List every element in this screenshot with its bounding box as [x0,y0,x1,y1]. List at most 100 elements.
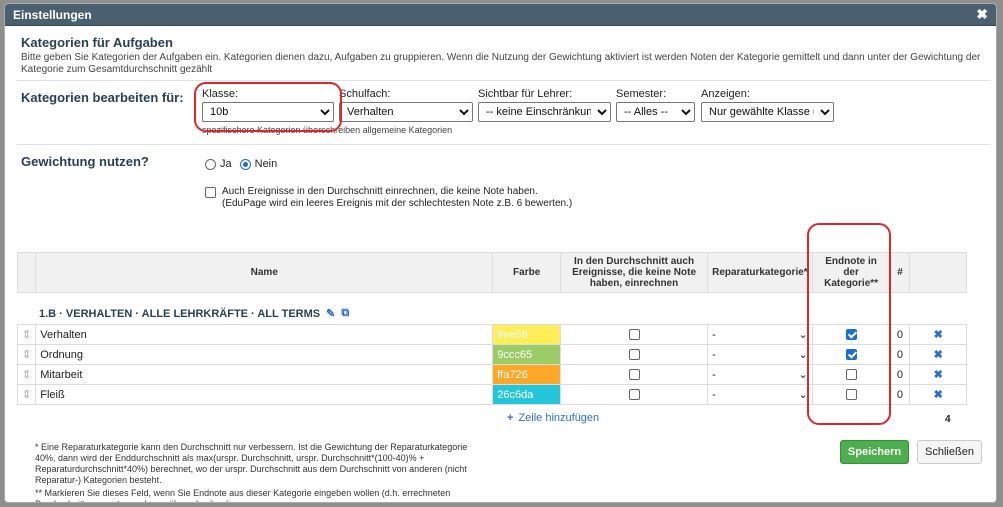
include-events-label: Auch Ereignisse in den Durchschnitt einr… [222,186,538,197]
dialog-content: Kategorien für Aufgaben Bitte geben Sie … [5,26,996,502]
category-name[interactable]: Verhalten [35,324,494,345]
plus-icon: + [507,412,514,424]
endnote-cell [811,344,891,365]
section-description: Bitte geben Sie Kategorien der Aufgaben … [21,52,981,75]
header-durchschnitt: In den Durchschnitt auch Ereignisse, die… [560,252,709,293]
save-button[interactable]: Speichern [840,440,909,464]
endnote-checkbox[interactable] [845,389,857,401]
category-name[interactable]: Mitarbeit [35,364,494,385]
table-row: ⇕ Fleiß 26c6da - ⌄ 0 ✖ [16,384,967,405]
include-events-checkbox[interactable] [205,187,216,198]
count-cell: 0 [889,344,911,365]
drag-handle-icon[interactable]: ⇕ [16,344,37,365]
group-label-text: 1.B · VERHALTEN · ALLE LEHRKRÄFTE · ALL … [39,307,321,320]
include-events-text: Auch Ereignisse in den Durchschnitt einr… [222,186,572,210]
settings-dialog: Einstellungen ✖ Kategorien für Aufgaben … [4,3,997,503]
durchschnitt-cell [560,364,709,385]
durchschnitt-cell [560,344,709,365]
weighting-ja-radio[interactable] [205,158,216,170]
semester-label: Semester: [616,88,667,100]
add-row-label: Zeile hinzufügen [518,412,600,424]
close-button[interactable]: Schließen [917,440,982,464]
semester-select[interactable]: -- Alles -- [616,102,695,122]
anzeigen-label: Anzeigen: [701,88,750,100]
drag-handle-icon[interactable]: ⇕ [16,384,37,405]
repair-value: - [712,368,716,381]
header-name: Name [35,252,494,293]
header-reparatur: Reparaturkategorie* [707,252,813,293]
include-events-sub: (EduPage wird ein leeres Ereignis mit de… [222,198,573,209]
header-count: # [889,252,911,293]
footnote-repair: * Eine Reparaturkategorie kann den Durch… [35,442,468,485]
weighting-heading: Gewichtung nutzen? [21,154,149,169]
endnote-cell [811,364,891,385]
group-label: 1.B · VERHALTEN · ALLE LEHRKRÄFTE · ALL … [39,307,349,320]
row-total: 4 [945,414,951,425]
schulfach-label: Schulfach: [339,88,391,100]
durchschnitt-checkbox[interactable] [628,329,640,341]
header-actions [909,252,967,293]
repair-cell[interactable]: - ⌄ [707,344,813,365]
category-color[interactable]: ffee58 [492,324,562,345]
repair-value: - [712,348,716,361]
durchschnitt-checkbox[interactable] [628,349,640,361]
category-color[interactable]: 9ccc65 [492,344,562,365]
divider [17,80,990,81]
category-name[interactable]: Fleiß [35,384,494,405]
durchschnitt-cell [560,384,709,405]
weighting-radio-group: Ja Nein [205,158,277,170]
edit-icon[interactable]: ✎ [326,307,335,320]
dialog-title: Einstellungen [13,7,92,22]
filters-note: spezifischere Kategorien überschreiben a… [202,125,453,135]
drag-handle-icon[interactable]: ⇕ [16,364,37,385]
divider [17,144,990,145]
repair-cell[interactable]: - ⌄ [707,324,813,345]
category-color[interactable]: 26c6da [492,384,562,405]
klasse-select[interactable]: 10b [202,102,334,122]
section-title: Kategorien für Aufgaben [21,35,173,50]
endnote-checkbox[interactable] [845,329,857,341]
chevron-down-icon: ⌄ [798,369,808,381]
durchschnitt-cell [560,324,709,345]
weighting-ja-label: Ja [220,158,232,170]
delete-icon[interactable]: ✖ [909,364,967,385]
delete-icon[interactable]: ✖ [909,384,967,405]
header-endnote: Endnote in der Kategorie** [811,252,891,293]
delete-icon[interactable]: ✖ [909,324,967,345]
schulfach-select[interactable]: Verhalten [339,102,473,122]
chevron-down-icon: ⌄ [798,349,808,361]
repair-value: - [712,388,716,401]
delete-icon[interactable]: ✖ [909,344,967,365]
chevron-down-icon: ⌄ [798,389,808,401]
drag-handle-icon[interactable]: ⇕ [16,324,37,345]
sichtbar-select[interactable]: -- keine Einschränkung [478,102,611,122]
repair-cell[interactable]: - ⌄ [707,364,813,385]
include-events-option: Auch Ereignisse in den Durchschnitt einr… [205,186,575,210]
add-row-link[interactable]: + Zeile hinzufügen [507,412,599,424]
count-cell: 0 [889,364,911,385]
categories-table: Name Farbe In den Durchschnitt auch Erei… [16,252,967,405]
endnote-cell [811,324,891,345]
table-row: ⇕ Verhalten ffee58- ⌄ 0 ✖ [16,324,967,345]
durchschnitt-checkbox[interactable] [628,389,640,401]
close-icon[interactable]: ✖ [976,6,988,23]
durchschnitt-checkbox[interactable] [628,369,640,381]
header-farbe: Farbe [492,252,562,293]
anzeigen-select[interactable]: Nur gewählte Klasse u [701,102,834,122]
endnote-checkbox[interactable] [845,369,857,381]
category-name[interactable]: Ordnung [35,344,494,365]
table-row: ⇕ Mitarbeit ffa726- ⌄ 0 ✖ [16,364,967,385]
chevron-down-icon: ⌄ [798,329,808,341]
weighting-nein-label: Nein [254,158,278,170]
table-header-row: Name Farbe In den Durchschnitt auch Erei… [16,252,967,293]
endnote-checkbox[interactable] [845,349,857,361]
repair-value: - [712,328,716,341]
repair-cell[interactable]: - ⌄ [707,384,813,405]
table-row: ⇕ Ordnung 9ccc65- ⌄ 0 ✖ [16,344,967,365]
copy-icon[interactable]: ⧉ [341,307,349,320]
klasse-label: Klasse: [202,88,239,100]
weighting-nein-radio[interactable] [239,158,251,170]
dialog-titlebar: Einstellungen ✖ [5,4,996,26]
category-color[interactable]: ffa726 [492,364,562,385]
sichtbar-label: Sichtbar für Lehrer: [478,88,573,100]
